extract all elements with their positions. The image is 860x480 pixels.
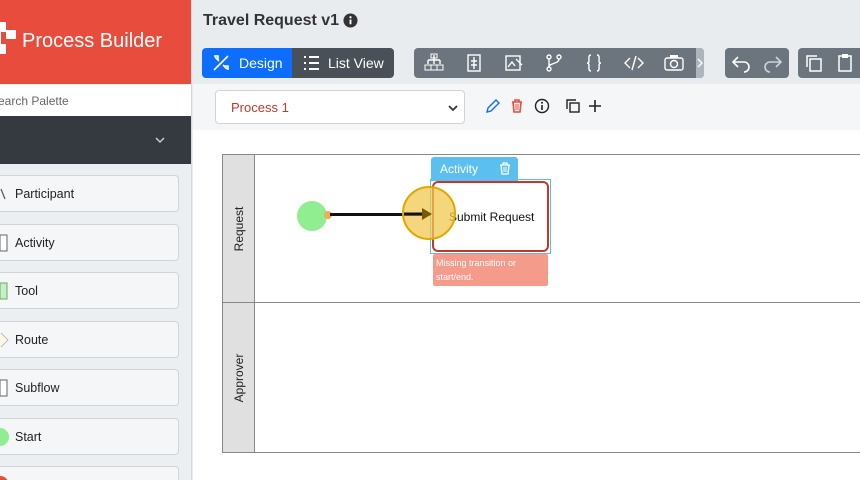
palette-item-label: Participant [15, 187, 75, 201]
palette-item-participant[interactable]: Participant [0, 175, 179, 212]
image-edit-icon[interactable] [504, 53, 524, 73]
copy-process-icon[interactable] [565, 98, 581, 114]
brand-header: Process Builder [0, 0, 191, 84]
palette-header[interactable] [0, 116, 191, 164]
diagram-tools-group [414, 48, 704, 78]
list-view-label: List View [328, 55, 384, 71]
chevron-down-icon [448, 105, 458, 112]
history-group [725, 48, 789, 78]
process-select[interactable]: Process 1 [215, 90, 465, 124]
palette-item-label: Subflow [15, 381, 60, 395]
process-logo-icon [0, 22, 16, 54]
tool-icon [0, 282, 8, 300]
palette-item-start[interactable]: Start [0, 418, 179, 455]
list-view-button[interactable]: List View [292, 48, 394, 78]
palette-item-activity[interactable]: Activity [0, 224, 179, 261]
list-icon [304, 56, 319, 70]
palette-item-route[interactable]: Route [0, 321, 179, 358]
swimlane-label[interactable]: Approver [223, 303, 255, 452]
camera-icon[interactable] [664, 53, 684, 73]
swimlane-label[interactable]: Request [223, 155, 255, 302]
paste-icon[interactable] [836, 53, 856, 73]
start-icon [0, 428, 9, 446]
chevron-right-icon [697, 58, 703, 68]
app-root: Process Builder Participant Activity Too… [0, 0, 860, 480]
process-select-value: Process 1 [231, 100, 289, 115]
activity-icon [0, 234, 8, 252]
edit-process-icon[interactable] [485, 98, 501, 114]
redo-icon[interactable] [763, 53, 783, 73]
align-icon[interactable] [464, 53, 484, 73]
palette-search [0, 85, 191, 117]
start-node[interactable] [297, 201, 327, 231]
hierarchy-icon[interactable] [424, 53, 444, 73]
palette-search-input[interactable] [0, 85, 191, 116]
palette-item-label: Start [15, 430, 42, 444]
info-icon[interactable] [534, 98, 550, 114]
design-view-button[interactable]: Design [202, 48, 292, 78]
undo-icon[interactable] [731, 53, 751, 73]
add-process-icon[interactable] [587, 98, 603, 114]
end-icon [0, 476, 8, 480]
design-tools-icon [213, 55, 229, 71]
sidebar: Process Builder Participant Activity Too… [0, 0, 192, 480]
route-icon [0, 332, 9, 348]
activity-node-type: Activity [440, 162, 479, 176]
clipboard-group [798, 48, 860, 78]
arrow-right-icon [404, 208, 432, 220]
participant-icon [0, 188, 6, 200]
activity-name: Submit Request [449, 210, 535, 224]
chevron-down-icon [155, 137, 165, 144]
palette-item-label: Route [15, 333, 49, 347]
palette-item-tool[interactable]: Tool [0, 272, 179, 309]
delete-process-icon[interactable] [509, 98, 525, 114]
trash-icon[interactable] [499, 162, 511, 175]
page-title: Travel Request v1 [203, 12, 340, 29]
branch-icon[interactable] [544, 53, 564, 73]
info-icon[interactable] [343, 13, 358, 28]
subflow-icon [0, 379, 8, 397]
design-label: Design [239, 55, 283, 71]
palette-item-label: Activity [15, 236, 55, 250]
swimlane-label-text: Request [231, 206, 246, 251]
copy-icon[interactable] [804, 53, 824, 73]
validation-error: Missing transition or start/end. [433, 254, 548, 286]
code-icon[interactable] [624, 53, 644, 73]
braces-icon[interactable] [584, 53, 604, 73]
toolbar-scroll-right[interactable] [696, 48, 704, 78]
palette-item-label: Tool [15, 284, 38, 298]
brand-title: Process Builder [22, 30, 163, 52]
palette-item-subflow[interactable]: Subflow [0, 369, 179, 406]
swimlane-approver[interactable]: Approver [222, 302, 860, 453]
activity-node-toolbar: Activity [431, 157, 518, 181]
palette-item-end[interactable] [0, 466, 179, 480]
swimlane-label-text: Approver [231, 353, 246, 402]
